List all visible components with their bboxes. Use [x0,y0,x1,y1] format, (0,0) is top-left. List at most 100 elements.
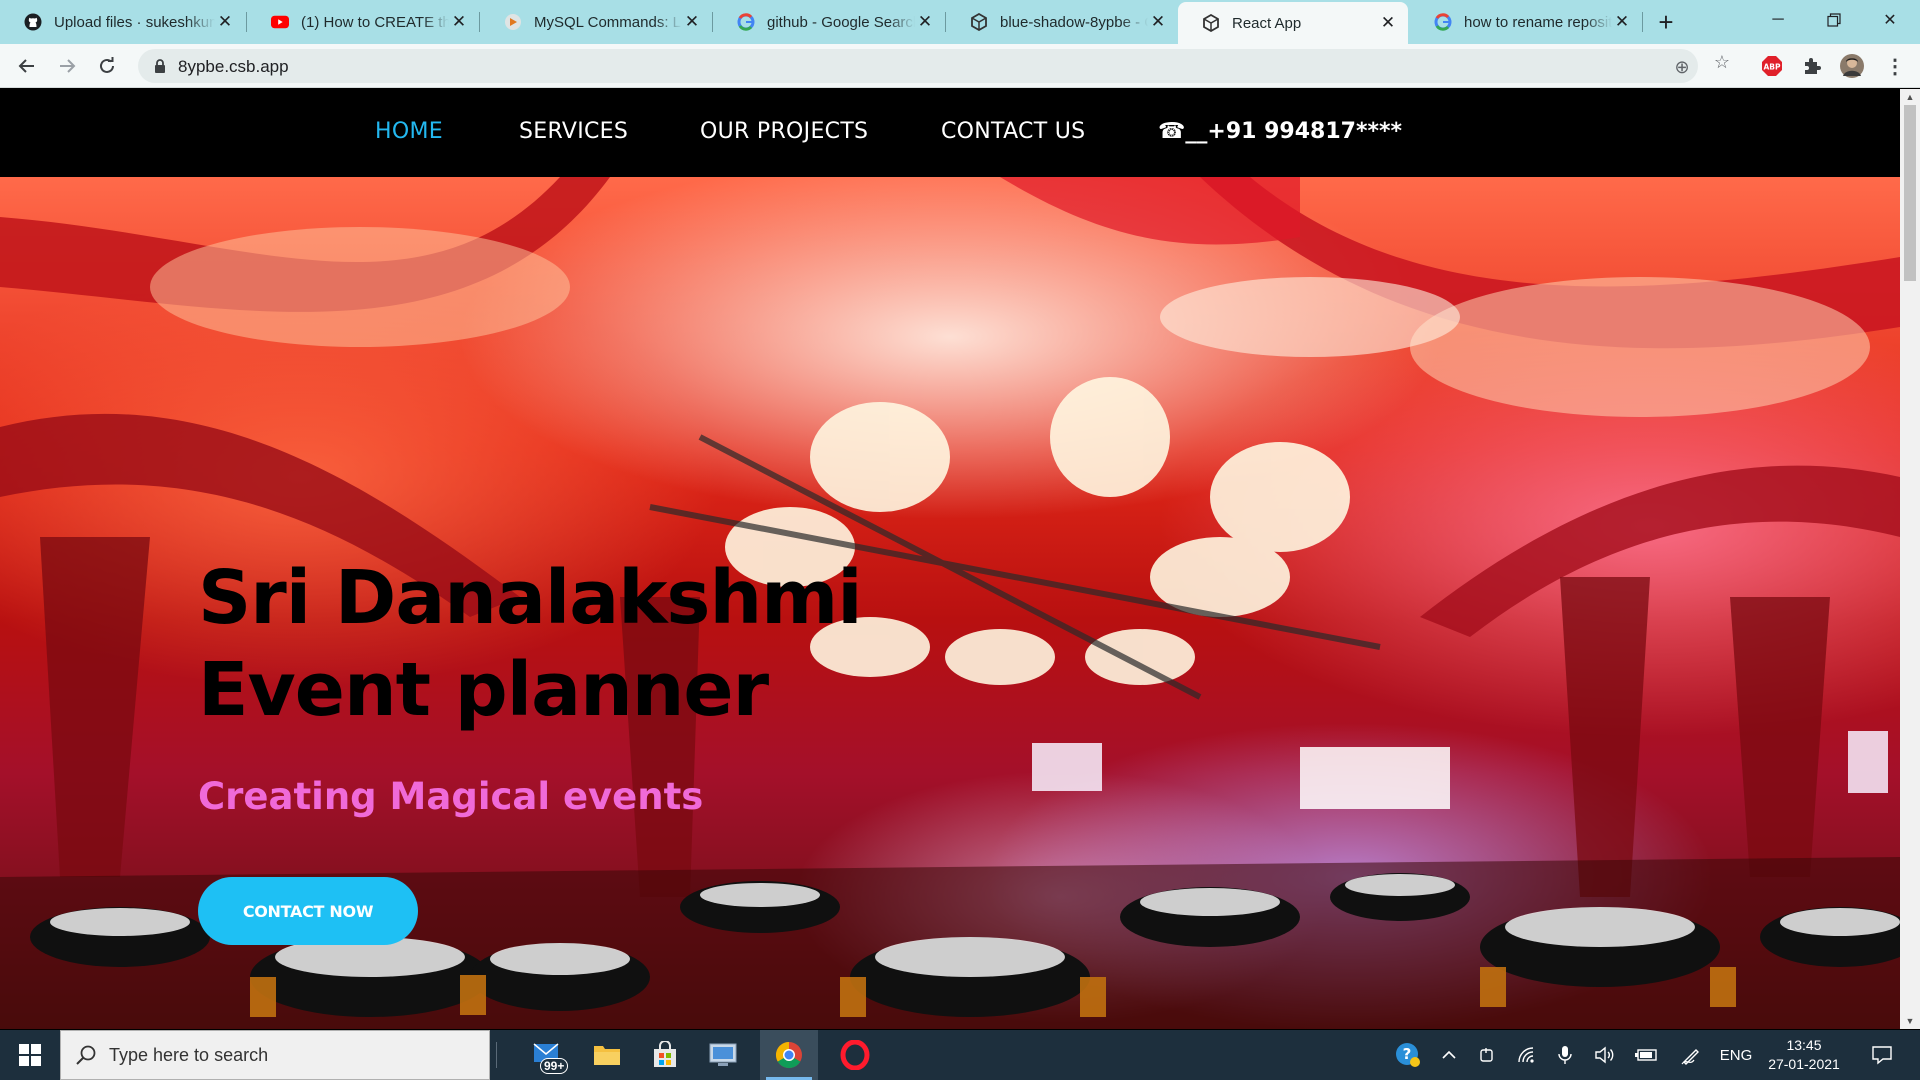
tab-title: blue-shadow-8ypbe - C [1000,13,1148,31]
taskbar-chrome[interactable] [760,1030,818,1080]
profile-avatar[interactable] [1840,54,1864,78]
close-icon[interactable]: ✕ [449,12,469,32]
nav-projects-link[interactable]: OUR PROJECTS [700,119,868,144]
pen-workspace-icon[interactable] [1674,1030,1708,1080]
hero-title-line-1: Sri Danalakshmi [198,555,863,641]
tab-strip: Upload files · sukeshkumar ✕ (1) How to … [0,0,1920,44]
tab-rename-repo[interactable]: how to rename reposit ✕ [1410,0,1642,44]
clock-date: 27-01-2021 [1768,1056,1840,1072]
browser-toolbar: 8ypbe.csb.app ⊕ ☆ ABP ⋮ [0,44,1920,88]
mysql-icon [504,13,522,31]
tab-github-search[interactable]: github - Google Search ✕ [713,0,945,44]
browser-menu-icon[interactable]: ⋮ [1883,54,1907,78]
tab-mysql[interactable]: MySQL Commands: List ✕ [480,0,712,44]
taskbar-opera[interactable] [826,1030,884,1080]
language-indicator[interactable]: ENG [1714,1030,1758,1080]
taskbar-mail-app[interactable]: 99+ [520,1030,578,1080]
mail-badge: 99+ [540,1058,569,1074]
extensions-puzzle-icon[interactable] [1800,54,1824,78]
hero-subtitle: Creating Magical events [198,775,704,818]
add-to-collection-icon[interactable]: ⊕ [1672,57,1692,77]
site-navbar: HOME SERVICES OUR PROJECTS CONTACT US ☎_… [0,89,1900,177]
nav-phone-number: ☎__+91 994817**** [1158,119,1402,144]
new-tab-button[interactable]: + [1652,7,1680,37]
scroll-down-arrow-icon[interactable]: ▼ [1900,1013,1920,1029]
lock-icon [152,58,168,74]
close-window-button[interactable]: ✕ [1862,0,1918,40]
windows-logo-icon [19,1044,41,1066]
scroll-up-arrow-icon[interactable]: ▲ [1900,89,1920,105]
codesandbox-icon [970,13,988,31]
forward-arrow-icon [60,59,76,73]
reload-button[interactable] [91,50,123,82]
battery-icon[interactable] [1630,1030,1664,1080]
forward-button[interactable] [51,50,83,82]
search-placeholder: Type here to search [109,1045,269,1065]
microphone-icon[interactable] [1552,1030,1578,1080]
url-text: 8ypbe.csb.app [178,57,289,76]
meet-now-icon[interactable] [1472,1030,1502,1080]
hero-banner-image: Sri Danalakshmi Event planner Creating M… [0,177,1900,1029]
taskbar-remote-desktop[interactable] [694,1030,752,1080]
clock-time: 13:45 [1786,1037,1822,1053]
page-scrollbar[interactable]: ▲ ▼ [1900,89,1920,1029]
taskbar-clock[interactable]: 13:45 27-01-2021 [1756,1036,1852,1074]
scrollbar-thumb[interactable] [1904,105,1916,281]
folder-icon [594,1046,620,1065]
reload-icon [100,57,114,73]
svg-text:?: ? [1403,1045,1412,1063]
nav-home-link[interactable]: HOME [375,119,443,144]
address-bar[interactable]: 8ypbe.csb.app ⊕ [138,49,1698,83]
tab-title: how to rename reposit [1464,13,1612,31]
notification-center-icon[interactable] [1862,1030,1902,1080]
tab-title: Upload files · sukeshkumar [54,13,215,31]
show-hidden-icons-chevron-icon[interactable] [1434,1030,1464,1080]
search-icon [75,1044,99,1068]
hero-title: Sri Danalakshmi Event planner [198,552,863,736]
minimize-button[interactable]: ─ [1750,0,1806,40]
chrome-icon [775,1041,802,1069]
youtube-icon [271,13,289,31]
close-icon[interactable]: ✕ [215,12,235,32]
github-icon [24,13,42,31]
store-bag-icon [654,1041,676,1067]
restore-icon [1827,13,1841,27]
svg-text:ABP: ABP [1763,63,1781,72]
tab-react-app[interactable]: React App ✕ [1178,2,1408,44]
monitor-icon [709,1043,737,1066]
taskbar-store[interactable] [636,1030,694,1080]
wifi-icon[interactable] [1512,1030,1542,1080]
tab-codesandbox[interactable]: blue-shadow-8ypbe - C ✕ [946,0,1178,44]
close-icon[interactable]: ✕ [682,12,702,32]
tab-title: React App [1232,14,1302,32]
back-button[interactable] [11,50,43,82]
close-icon[interactable]: ✕ [915,12,935,32]
tab-upload-files[interactable]: Upload files · sukeshkumar ✕ [0,0,245,44]
contact-now-button[interactable]: CONTACT NOW [198,877,418,945]
google-icon [1434,13,1452,31]
help-icon[interactable]: ? [1390,1030,1426,1080]
restore-button[interactable] [1806,0,1862,40]
page-viewport: HOME SERVICES OUR PROJECTS CONTACT US ☎_… [0,89,1900,1029]
bookmark-star-icon[interactable]: ☆ [1712,52,1732,72]
close-icon[interactable]: ✕ [1612,12,1632,32]
start-button[interactable] [0,1030,60,1080]
nav-services-link[interactable]: SERVICES [519,119,628,144]
adblock-plus-icon[interactable]: ABP [1760,54,1784,78]
windows-taskbar: Type here to search 99+ ? ENG 13:45 27-0… [0,1030,1920,1080]
tab-title: (1) How to CREATE the [301,13,449,31]
opera-icon [840,1040,870,1070]
tab-youtube[interactable]: (1) How to CREATE the ✕ [247,0,479,44]
nav-contact-link[interactable]: CONTACT US [941,119,1085,144]
taskbar-search-input[interactable]: Type here to search [60,1030,490,1080]
hero-title-line-2: Event planner [198,647,769,733]
back-arrow-icon [18,59,34,73]
taskbar-file-explorer[interactable] [578,1030,636,1080]
tab-title: MySQL Commands: List [534,13,682,31]
google-icon [737,13,755,31]
close-icon[interactable]: ✕ [1148,12,1168,32]
tab-title: github - Google Search [767,13,915,31]
codesandbox-icon [1202,14,1220,32]
close-icon[interactable]: ✕ [1378,13,1398,33]
volume-icon[interactable] [1590,1030,1620,1080]
